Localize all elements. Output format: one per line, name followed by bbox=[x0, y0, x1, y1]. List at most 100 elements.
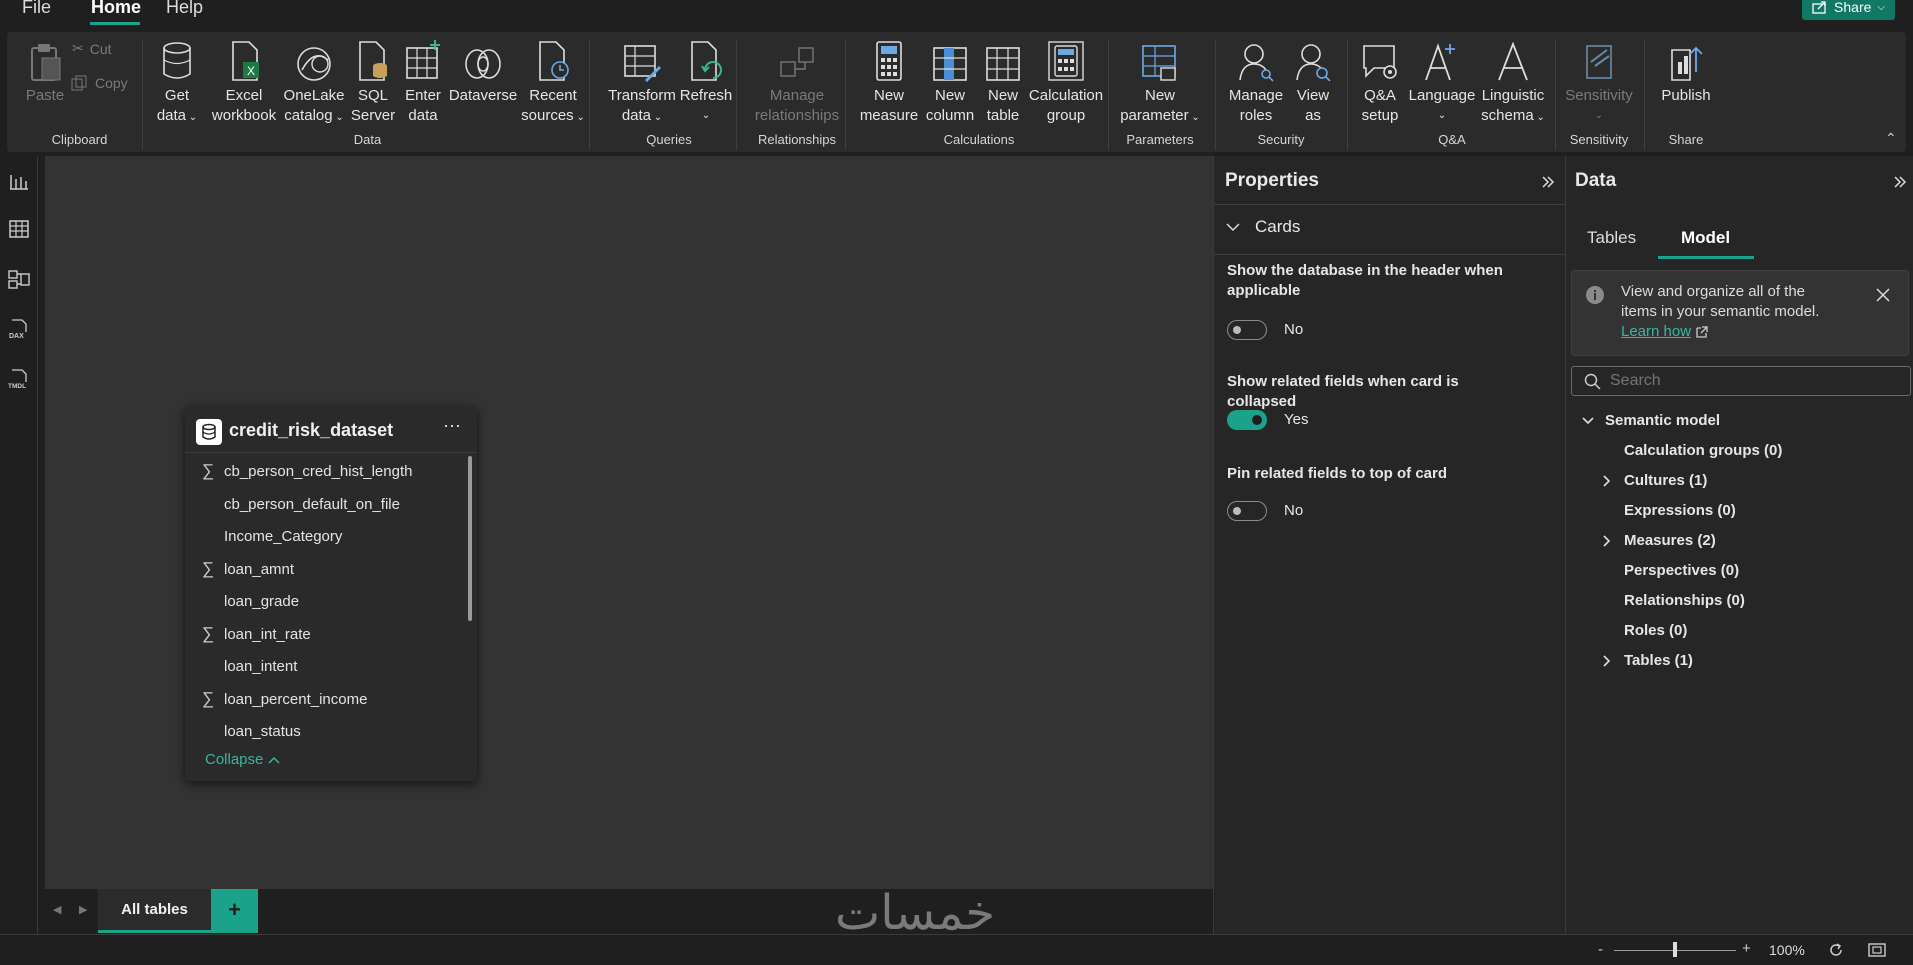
search-input[interactable] bbox=[1610, 370, 1900, 392]
database-header-toggle[interactable] bbox=[1227, 320, 1267, 340]
table-view-icon[interactable] bbox=[8, 218, 30, 240]
get-data-button[interactable]: Get data ⌄ bbox=[150, 40, 204, 128]
group-security: Security bbox=[1257, 132, 1305, 147]
recent-label-1: Recent bbox=[529, 87, 577, 104]
onelake-icon bbox=[297, 47, 331, 81]
manage-roles-label-1: Manage bbox=[1228, 87, 1284, 104]
qa-setup-button[interactable]: Q&A setup bbox=[1355, 40, 1405, 126]
linguistic-schema-button[interactable]: Linguistic schema ⌄ bbox=[1477, 40, 1549, 128]
language-label: Language bbox=[1408, 87, 1476, 104]
sql-server-button[interactable]: SQL Server bbox=[350, 40, 396, 126]
language-button[interactable]: Language ⌄ bbox=[1407, 40, 1477, 126]
field-name: loan_amnt bbox=[224, 560, 295, 578]
scroll-left-icon[interactable]: ◀ bbox=[53, 903, 61, 916]
field-name: loan_int_rate bbox=[224, 625, 311, 643]
dataverse-button[interactable]: Dataverse bbox=[447, 40, 519, 106]
learn-how-link[interactable]: Learn how bbox=[1621, 323, 1691, 340]
qa-setup-label-1: Q&A bbox=[1364, 87, 1396, 104]
svg-text:TMDL: TMDL bbox=[8, 383, 26, 390]
paste-button[interactable]: Paste bbox=[19, 40, 71, 106]
qa-setup-label-2: setup bbox=[1361, 107, 1399, 124]
group-divider bbox=[845, 40, 846, 150]
refresh-button[interactable]: Refresh ⌄ bbox=[675, 40, 737, 126]
cards-section-header[interactable]: Cards bbox=[1225, 217, 1300, 237]
sensitivity-button[interactable]: Sensitivity ⌄ bbox=[1563, 40, 1635, 126]
table-card[interactable]: credit_risk_dataset ⋯ ∑ cb_person_cred_hi… bbox=[185, 406, 477, 781]
collapse-ribbon-icon[interactable]: ⌃ bbox=[1885, 130, 1897, 147]
enter-data-button[interactable]: Enter data bbox=[399, 40, 447, 126]
transform-data-button[interactable]: Transform data ⌄ bbox=[601, 40, 683, 128]
model-canvas[interactable]: credit_risk_dataset ⋯ ∑ cb_person_cred_hi… bbox=[45, 156, 1213, 889]
group-divider bbox=[1555, 40, 1556, 150]
field-row[interactable]: loan_intent bbox=[185, 651, 455, 683]
dax-query-view-icon[interactable]: DAX bbox=[8, 318, 30, 340]
publish-button[interactable]: Publish bbox=[1653, 40, 1719, 106]
zoom-in-button[interactable]: + bbox=[1742, 940, 1751, 957]
new-parameter-button[interactable]: New parameter ⌄ bbox=[1117, 40, 1203, 128]
field-row[interactable]: ∑ loan_int_rate bbox=[185, 619, 455, 651]
tree-item-label: Relationships (0) bbox=[1624, 592, 1745, 609]
pin-fields-toggle[interactable] bbox=[1227, 501, 1267, 521]
collapse-pane-icon[interactable] bbox=[1541, 176, 1555, 188]
svg-text:X: X bbox=[247, 64, 255, 78]
field-row[interactable]: ∑ loan_amnt bbox=[185, 554, 455, 586]
tmdl-view-icon[interactable]: TMDL bbox=[8, 368, 30, 390]
menu-file[interactable]: File bbox=[22, 0, 51, 18]
close-icon[interactable] bbox=[1875, 287, 1891, 303]
table-card-title[interactable]: credit_risk_dataset bbox=[229, 420, 393, 441]
copy-button[interactable]: Copy bbox=[71, 75, 128, 91]
chevron-down-icon: ⌄ bbox=[1533, 112, 1545, 123]
menu-help[interactable]: Help bbox=[166, 0, 203, 18]
menu-home[interactable]: Home bbox=[91, 0, 141, 18]
new-column-button[interactable]: New column bbox=[919, 40, 981, 126]
field-row[interactable]: loan_grade bbox=[185, 586, 455, 618]
report-view-icon[interactable] bbox=[8, 170, 30, 192]
related-fields-toggle[interactable] bbox=[1227, 410, 1267, 430]
fit-refresh-icon[interactable] bbox=[1828, 942, 1844, 958]
field-list-scrollbar[interactable] bbox=[468, 456, 472, 621]
zoom-slider-thumb[interactable] bbox=[1673, 942, 1677, 957]
paste-icon bbox=[31, 44, 61, 81]
recent-label-2: sources bbox=[521, 107, 574, 124]
collapse-pane-icon[interactable] bbox=[1893, 176, 1907, 188]
dataverse-icon bbox=[465, 49, 501, 79]
copy-icon bbox=[71, 75, 87, 91]
sensitivity-icon bbox=[1586, 45, 1612, 79]
tab-model[interactable]: Model bbox=[1681, 228, 1730, 248]
fit-to-screen-icon[interactable] bbox=[1868, 942, 1886, 958]
new-table-button[interactable]: New table bbox=[981, 40, 1025, 126]
recent-sources-button[interactable]: Recent sources ⌄ bbox=[521, 40, 585, 128]
field-name: loan_status bbox=[224, 723, 301, 740]
new-measure-button[interactable]: New measure bbox=[853, 40, 925, 126]
tree-root-semantic-model[interactable]: Semantic model bbox=[1581, 412, 1720, 429]
model-view-icon[interactable] bbox=[8, 268, 30, 290]
more-options-icon[interactable]: ⋯ bbox=[443, 416, 462, 437]
collapse-link[interactable]: Collapse bbox=[205, 751, 281, 768]
onelake-catalog-button[interactable]: OneLake catalog ⌄ bbox=[281, 40, 347, 128]
cut-button[interactable]: ✂ Cut bbox=[72, 40, 112, 57]
view-as-button[interactable]: View as bbox=[1289, 40, 1337, 126]
chevron-right-icon bbox=[1602, 474, 1612, 492]
search-box[interactable] bbox=[1571, 366, 1911, 396]
share-button[interactable]: Share ⌵ bbox=[1802, 0, 1895, 20]
excel-icon: X bbox=[232, 41, 259, 81]
sql-server-icon bbox=[359, 41, 387, 81]
calculation-group-button[interactable]: Calculation group bbox=[1027, 40, 1105, 126]
scroll-right-icon[interactable]: ▶ bbox=[79, 903, 87, 916]
field-row[interactable]: ∑ cb_person_cred_hist_length bbox=[185, 456, 455, 488]
publish-icon bbox=[1671, 46, 1703, 81]
field-row[interactable]: ∑ loan_percent_income bbox=[185, 684, 455, 716]
refresh-label: Refresh bbox=[679, 87, 733, 104]
field-row[interactable]: cb_person_default_on_file bbox=[185, 489, 455, 521]
field-row[interactable]: loan_status bbox=[185, 716, 455, 748]
add-layout-button[interactable]: + bbox=[211, 889, 258, 933]
tree-item-label: Tables (1) bbox=[1624, 652, 1693, 669]
tab-tables[interactable]: Tables bbox=[1587, 228, 1636, 248]
manage-roles-button[interactable]: Manage roles bbox=[1225, 40, 1287, 126]
language-icon bbox=[1425, 43, 1455, 81]
manage-relationships-button[interactable]: Manage relationships bbox=[742, 40, 852, 126]
field-row[interactable]: Income_Category bbox=[185, 521, 455, 553]
tab-all-tables[interactable]: All tables bbox=[98, 889, 211, 933]
excel-workbook-button[interactable]: X Excel workbook bbox=[210, 40, 278, 126]
zoom-out-button[interactable]: - bbox=[1598, 941, 1603, 958]
